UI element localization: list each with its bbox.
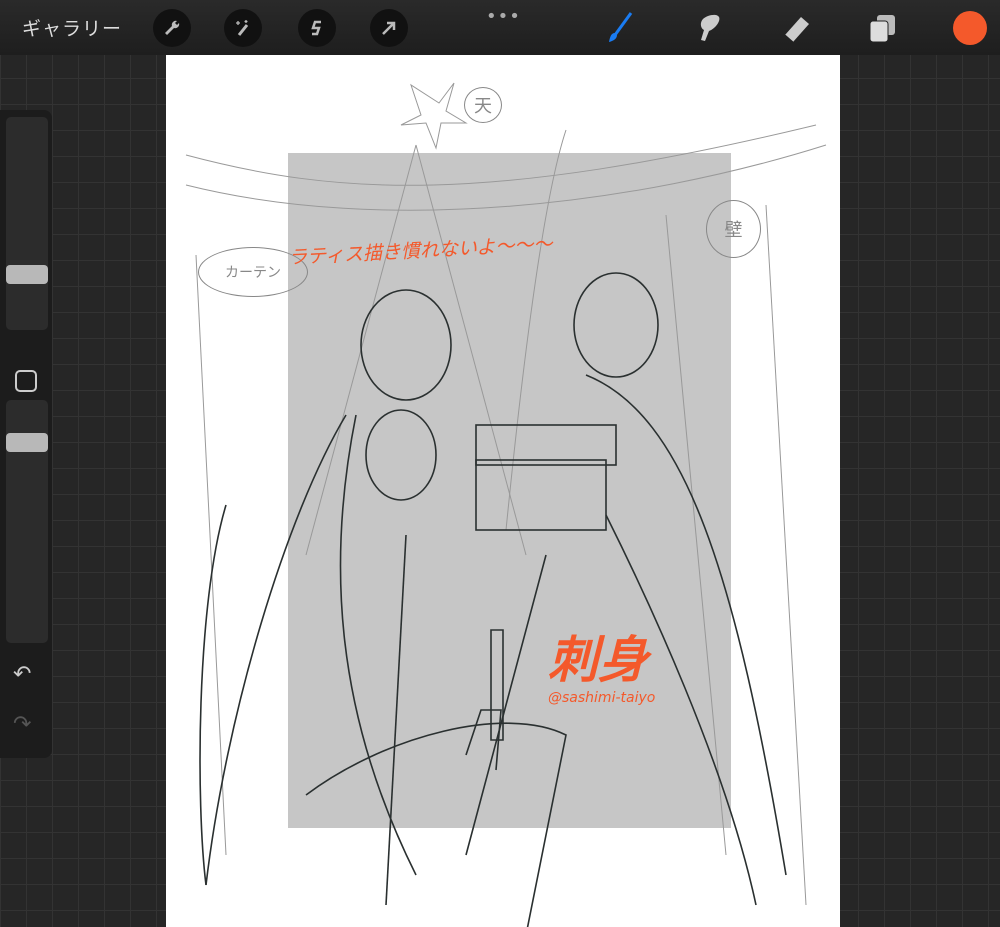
brush-button[interactable] [602,10,638,46]
brush-size-slider[interactable] [6,117,48,330]
magic-wand-icon [236,20,249,36]
selection-icon [311,20,321,36]
undo-icon[interactable]: ↶ [13,662,31,687]
heaven-label: 天 [464,87,502,123]
layers-button[interactable] [865,10,901,46]
gallery-button[interactable]: ギャラリー [22,14,122,41]
sketch-drawing [185,82,827,927]
canvas-paper[interactable]: 天 壁 カーテン [166,55,840,927]
brush-size-thumb[interactable] [6,265,48,284]
smudge-button[interactable] [692,10,728,46]
modify-button[interactable] [15,370,37,392]
sidebar: ↶ ↷ [0,110,52,758]
eraser-button[interactable] [778,10,814,46]
layers-icon [869,15,895,43]
eraser-icon [784,17,809,43]
redo-icon[interactable]: ↷ [13,712,31,737]
transform-arrow-icon [382,21,396,35]
top-toolbar: ギャラリー ••• [0,0,1000,55]
wall-label: 壁 [706,200,761,258]
watermark: 刺身 [548,631,648,689]
brush-icon [609,12,633,42]
color-picker-button[interactable] [953,11,987,45]
wrench-icon [165,20,180,35]
watermark-handle: @sashimi-taiyo [548,690,656,706]
actions-button[interactable] [153,9,191,47]
smudge-icon [700,14,720,41]
more-options-button[interactable]: ••• [486,6,521,27]
transform-button[interactable] [370,9,408,47]
adjustments-button[interactable] [224,9,262,47]
opacity-thumb[interactable] [6,433,48,452]
selection-button[interactable] [298,9,336,47]
